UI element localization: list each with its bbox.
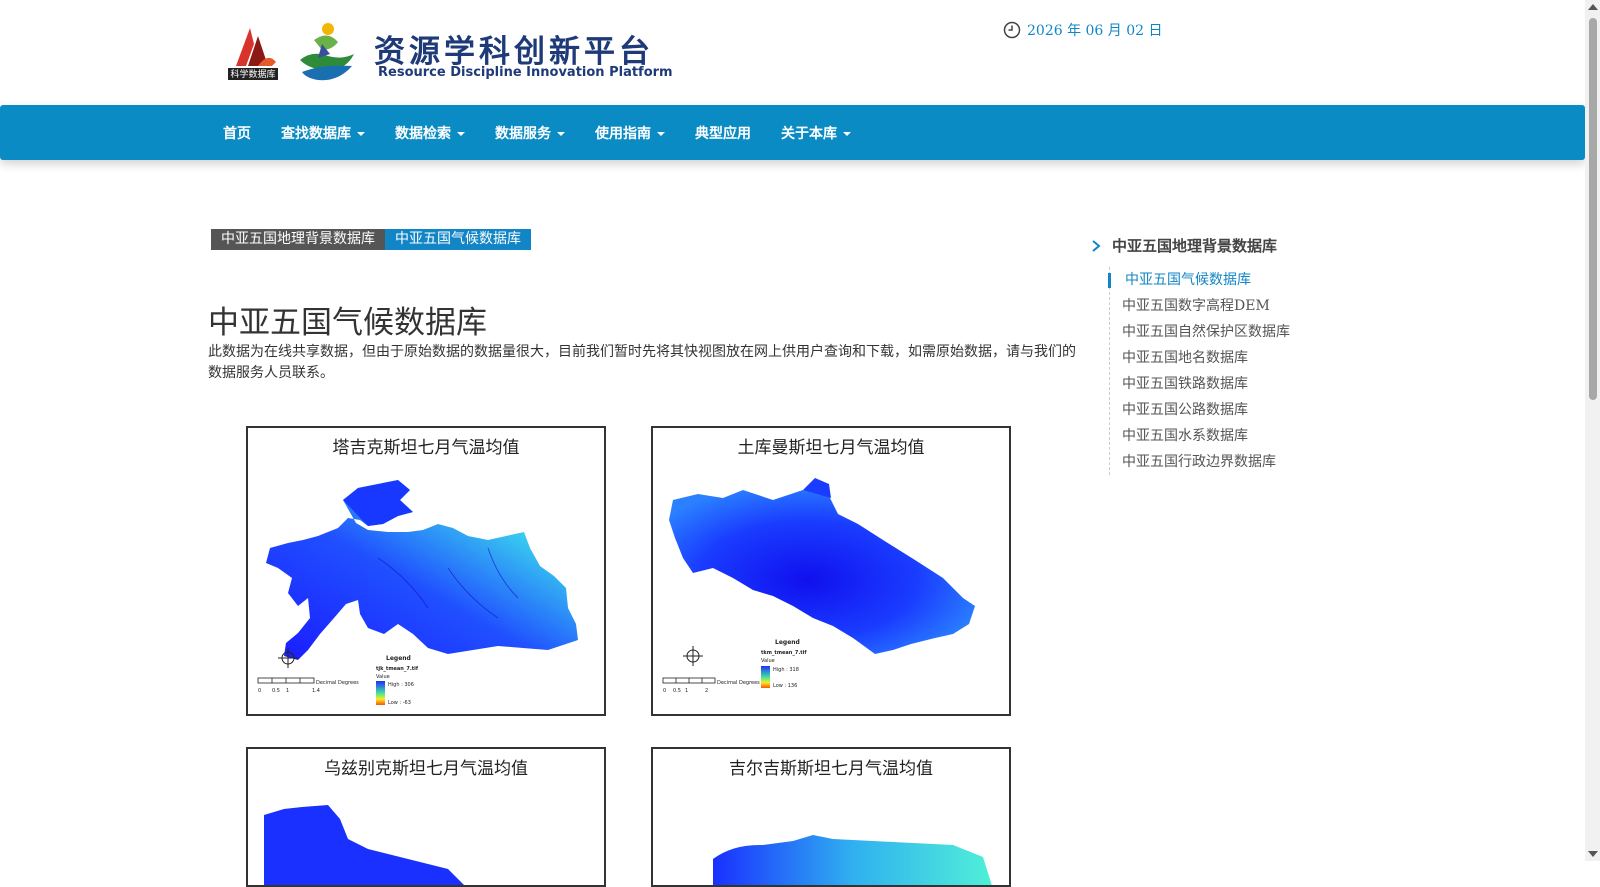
- clock-icon: [1003, 21, 1021, 39]
- sidebar-heading[interactable]: 中亚五国地理背景数据库: [1090, 235, 1277, 256]
- scroll-up-arrow-icon[interactable]: [1588, 4, 1598, 10]
- scale-tick: 1: [685, 688, 688, 694]
- scale-label: Decimal Degrees: [316, 680, 359, 686]
- nav-item-label: 数据检索: [395, 125, 451, 142]
- legend-file: tjk_tmean_7.tif: [376, 666, 419, 672]
- caret-down-icon: [843, 131, 851, 136]
- breadcrumb-parent[interactable]: 中亚五国地理背景数据库: [211, 229, 385, 250]
- scroll-thumb[interactable]: [1589, 18, 1597, 400]
- date-text: 2026 年 06 月 02 日: [1027, 23, 1163, 39]
- legend-title: Legend: [775, 639, 800, 646]
- caret-down-icon: [457, 131, 465, 136]
- nav-item-label: 查找数据库: [281, 125, 351, 142]
- scale-bar: Decimal Degrees 0 0.5 1 2: [662, 677, 760, 694]
- map-card-kyrgyzstan[interactable]: 吉尔吉斯斯坦七月气温均值: [651, 747, 1011, 887]
- legend-high: High : 306: [388, 682, 414, 688]
- nav-item-1[interactable]: 查找数据库: [266, 123, 380, 143]
- page-description: 此数据为在线共享数据，但由于原始数据的数据量很大，目前我们暂时先将其快视图放在网…: [208, 344, 1076, 381]
- scale-tick: 0: [663, 688, 666, 694]
- page-scrollbar[interactable]: [1585, 0, 1600, 861]
- scroll-down-arrow-icon[interactable]: [1588, 851, 1598, 857]
- legend-low: Low : -63: [388, 700, 411, 706]
- scale-tick: 1: [286, 688, 289, 694]
- nav-item-6[interactable]: 关于本库: [766, 123, 866, 143]
- science-database-logo[interactable]: 科学数据库: [228, 22, 280, 82]
- scale-tick: 0.5: [673, 688, 681, 694]
- nav-item-label: 关于本库: [781, 125, 837, 142]
- map-legend: Legend tkm_tmean_7.tif Value High : 318 …: [761, 639, 807, 689]
- turkmenistan-temperature-map: Decimal Degrees 0 0.5 1 2 Legend tkm_tme…: [662, 478, 975, 694]
- legend-title: Legend: [386, 655, 411, 662]
- map-title: 塔吉克斯坦七月气温均值: [332, 438, 520, 458]
- sidebar-item[interactable]: 中亚五国气候数据库: [1108, 267, 1293, 293]
- scale-tick: 2: [705, 688, 708, 694]
- sidebar-item[interactable]: 中亚五国地名数据库: [1122, 345, 1290, 371]
- sidebar-item[interactable]: 中亚五国水系数据库: [1122, 423, 1290, 449]
- nav-item-5[interactable]: 典型应用: [680, 123, 766, 143]
- legend-value-label: Value: [761, 658, 775, 664]
- current-date: 2026 年 06 月 02 日: [1003, 20, 1163, 40]
- tajikistan-temperature-map: Decimal Degrees 0 0.5 1 1.4 Legend tjk_t…: [257, 480, 578, 706]
- sidebar-item[interactable]: 中亚五国铁路数据库: [1122, 371, 1290, 397]
- sidebar-item[interactable]: 中亚五国自然保护区数据库: [1122, 319, 1290, 345]
- sidebar-item[interactable]: 中亚五国行政边界数据库: [1122, 449, 1290, 475]
- platform-emblem-logo[interactable]: [292, 20, 362, 86]
- map-legend: Legend tjk_tmean_7.tif Value High : 306 …: [376, 655, 419, 706]
- site-header: 科学数据库 资源学科创新平台 Resource Discipline Innov…: [0, 0, 1585, 105]
- nav-item-label: 典型应用: [695, 125, 751, 142]
- caret-down-icon: [657, 131, 665, 136]
- sidebar-item[interactable]: 中亚五国公路数据库: [1122, 397, 1290, 423]
- map-title: 土库曼斯坦七月气温均值: [737, 438, 925, 458]
- scale-tick: 0.5: [272, 688, 280, 694]
- logo-badge-text: 科学数据库: [230, 68, 275, 80]
- legend-value-label: Value: [376, 674, 390, 680]
- sidebar-list: 中亚五国气候数据库 中亚五国数字高程DEM 中亚五国自然保护区数据库 中亚五国地名数据…: [1108, 267, 1293, 475]
- legend-file: tkm_tmean_7.tif: [761, 650, 807, 656]
- map-title: 乌兹别克斯坦七月气温均值: [324, 759, 528, 779]
- page-title: 中亚五国气候数据库: [208, 305, 487, 341]
- nav-item-4[interactable]: 使用指南: [580, 123, 680, 143]
- breadcrumb-current[interactable]: 中亚五国气候数据库: [385, 229, 531, 250]
- legend-high: High : 318: [773, 667, 799, 673]
- nav-item-0[interactable]: 首页: [208, 123, 266, 143]
- map-card-turkmenistan[interactable]: Decimal Degrees 0 0.5 1 2 Legend tkm_tme…: [651, 426, 1011, 716]
- nav-item-label: 首页: [223, 125, 251, 142]
- map-title: 吉尔吉斯斯坦七月气温均值: [729, 759, 933, 779]
- caret-down-icon: [357, 131, 365, 136]
- main-navbar: 首页 查找数据库 数据检索 数据服务 使用指南 典型应用 关于本库: [0, 105, 1585, 160]
- scale-tick: 1.4: [312, 688, 320, 694]
- sidebar-item[interactable]: 中亚五国数字高程DEM: [1122, 293, 1290, 319]
- nav-item-3[interactable]: 数据服务: [480, 123, 580, 143]
- map-card-tajikistan[interactable]: Decimal Degrees 0 0.5 1 1.4 Legend tjk_t…: [246, 426, 606, 716]
- chevron-right-icon: [1092, 239, 1101, 252]
- sidebar-heading-label: 中亚五国地理背景数据库: [1112, 237, 1278, 255]
- breadcrumb: 中亚五国地理背景数据库 中亚五国气候数据库: [211, 229, 531, 250]
- nav-item-label: 数据服务: [495, 125, 551, 142]
- nav-item-label: 使用指南: [595, 125, 651, 142]
- legend-low: Low : 136: [773, 683, 797, 689]
- scale-tick: 0: [258, 688, 261, 694]
- map-card-uzbekistan[interactable]: 乌兹别克斯坦七月气温均值: [246, 747, 606, 887]
- logo-subtitle: Resource Discipline Innovation Platform: [378, 65, 673, 80]
- nav-item-2[interactable]: 数据检索: [380, 123, 480, 143]
- scale-bar: Decimal Degrees 0 0.5 1 1.4: [257, 677, 359, 694]
- scale-label: Decimal Degrees: [717, 680, 760, 686]
- north-arrow-icon: [683, 646, 703, 666]
- caret-down-icon: [557, 131, 565, 136]
